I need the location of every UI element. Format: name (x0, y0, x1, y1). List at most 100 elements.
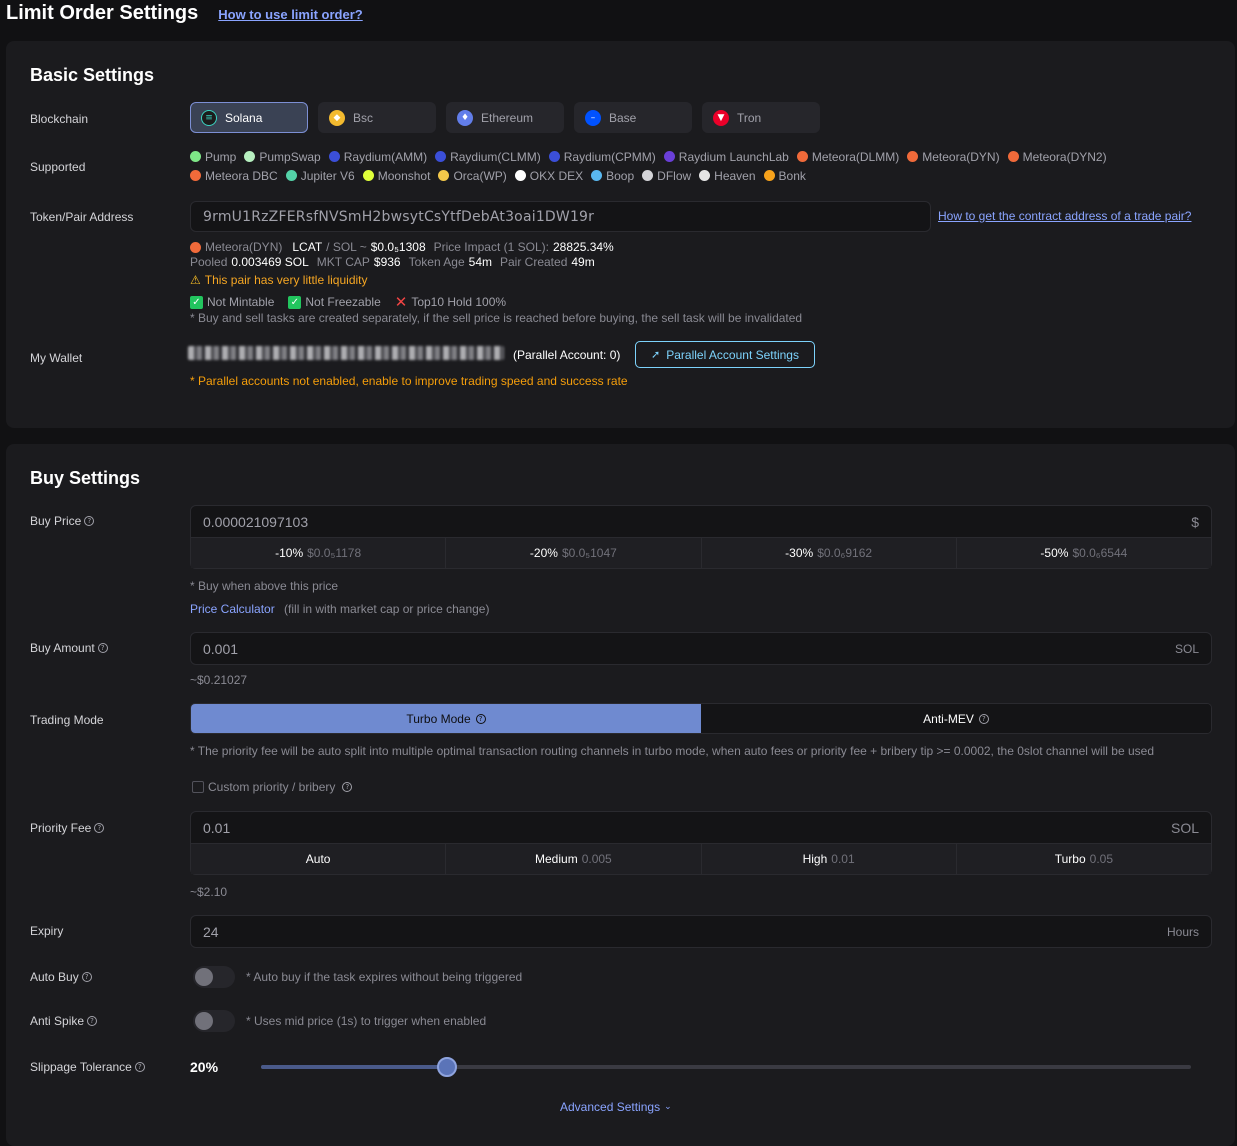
chevron-down-icon: ⌄ (664, 1102, 672, 1112)
help-icon[interactable]: ? (475, 713, 486, 724)
chain-button-solana[interactable]: ≡ Solana (190, 102, 308, 133)
buy-price-label: Buy Price ? (30, 514, 95, 528)
help-icon[interactable]: ? (87, 1016, 98, 1026)
pair-price: $0.0₅1308 (370, 240, 426, 254)
help-icon[interactable]: ? (97, 643, 108, 653)
dex-label: Boop (606, 168, 635, 183)
basic-settings-panel: Basic Settings Blockchain ≡ Solana ◆ Bsc… (6, 41, 1235, 428)
dex-icon (244, 151, 256, 162)
buy-price-label-text: Buy Price (30, 514, 82, 528)
wallet-label: My Wallet (30, 351, 83, 365)
help-icon[interactable]: ? (342, 782, 353, 792)
price-calculator-hint: (fill in with market cap or price change… (284, 602, 490, 616)
expiry-input[interactable]: 24 Hours (191, 916, 1211, 947)
supported-dex-item: Raydium(CLMM) (435, 149, 541, 164)
help-icon[interactable]: ? (978, 713, 989, 724)
price-preset-20[interactable]: -20% $0.0₅1047 (446, 538, 702, 568)
trading-mode-toggle: Turbo Mode ? Anti-MEV ? (190, 703, 1212, 734)
parallel-button-label: Parallel Account Settings (666, 347, 799, 362)
slippage-slider[interactable] (261, 1057, 1191, 1077)
chain-selector: ≡ Solana ◆ Bsc ♦ Ethereum – Base ▼ Tron (190, 102, 820, 133)
help-icon[interactable]: ? (81, 972, 92, 982)
preset-pct: -10% (275, 546, 304, 560)
base-icon: – (585, 109, 601, 126)
priority-preset-high[interactable]: High 0.01 (702, 844, 957, 874)
chain-button-base[interactable]: – Base (574, 102, 692, 133)
check-icon: ✓ (288, 295, 302, 309)
priority-fee-value: 0.01 (203, 819, 231, 836)
not-freezable: Not Freezable (305, 295, 381, 309)
anti-spike-note: * Uses mid price (1s) to trigger when en… (246, 1014, 487, 1028)
dex-icon (548, 151, 560, 162)
preset-pct: -30% (785, 546, 814, 560)
price-preset-30[interactable]: -30% $0.0₆9162 (702, 538, 957, 568)
supported-label: Supported (30, 160, 86, 174)
dex-icon (642, 170, 654, 181)
dex-label: Raydium LaunchLab (678, 149, 789, 164)
dex-label: Meteora(DYN) (922, 149, 1000, 164)
token-address-input[interactable]: 9rmU1RzZFERsfNVSmH2bwsytCsYtfDebAt3oai1D… (190, 201, 931, 232)
ethereum-icon: ♦ (457, 109, 473, 126)
anti-mev-label: Anti-MEV (923, 711, 974, 726)
chain-button-tron[interactable]: ▼ Tron (702, 102, 820, 133)
help-icon[interactable]: ? (134, 1062, 145, 1072)
page-title: Limit Order Settings (6, 2, 199, 24)
pooled-value: 0.003469 SOL (231, 255, 309, 269)
auto-buy-note: * Auto buy if the task expires without b… (246, 970, 523, 984)
turbo-mode-button[interactable]: Turbo Mode ? (191, 704, 701, 733)
buy-price-input[interactable]: 0.000021097103 $ (191, 506, 1211, 537)
dex-label: Pump (205, 149, 237, 164)
preset-price: $0.0₆6544 (1072, 546, 1128, 560)
not-mintable: Not Mintable (207, 295, 275, 309)
priority-preset-medium[interactable]: Medium 0.005 (446, 844, 702, 874)
chain-button-ethereum[interactable]: ♦ Ethereum (446, 102, 564, 133)
expiry-group: 24 Hours (190, 915, 1212, 948)
how-to-link[interactable]: How to use limit order? (218, 7, 362, 22)
parallel-account-settings-button[interactable]: ➚ Parallel Account Settings (635, 341, 815, 368)
top10-hold: Top10 Hold 100% (411, 295, 507, 309)
dex-icon (328, 151, 340, 162)
address-help-link[interactable]: How to get the contract address of a tra… (938, 209, 1191, 223)
dex-icon (591, 170, 603, 181)
custom-priority-row: Custom priority / bribery ? (192, 780, 353, 794)
buy-amount-input[interactable]: 0.001 SOL (191, 633, 1211, 664)
supported-dex-item: Moonshot (362, 168, 431, 183)
anti-spike-toggle[interactable] (193, 1010, 235, 1032)
preset-value: 0.05 (1089, 852, 1113, 866)
priority-preset-turbo[interactable]: Turbo 0.05 (957, 844, 1211, 874)
slippage-slider-fill (261, 1065, 447, 1069)
dex-icon (663, 151, 675, 162)
price-calculator-link[interactable]: Price Calculator (190, 602, 275, 616)
dex-icon (763, 170, 775, 181)
pool-info-line: Pooled 0.003469 SOL MKT CAP $936 Token A… (190, 255, 595, 269)
created-label: Pair Created (500, 255, 568, 269)
dex-icon (285, 170, 297, 181)
toggle-knob (195, 968, 213, 986)
chain-button-bsc[interactable]: ◆ Bsc (318, 102, 436, 133)
help-icon[interactable]: ? (94, 823, 105, 833)
preset-price: $0.0₅1047 (561, 546, 617, 560)
auto-buy-toggle[interactable] (193, 966, 235, 988)
price-preset-10[interactable]: -10% $0.0₅1178 (191, 538, 447, 568)
blockchain-label: Blockchain (30, 112, 89, 126)
custom-priority-checkbox[interactable] (192, 781, 204, 793)
help-icon[interactable]: ? (84, 516, 95, 526)
priority-preset-auto[interactable]: Auto (191, 844, 447, 874)
dex-label: Moonshot (377, 168, 431, 183)
slippage-slider-handle[interactable] (437, 1057, 457, 1077)
dex-icon (435, 151, 447, 162)
preset-label: Turbo (1054, 852, 1086, 866)
preset-label: Auto (305, 852, 331, 866)
page-header: Limit Order Settings How to use limit or… (6, 2, 363, 25)
supported-dex-item: Meteora(DLMM) (796, 149, 899, 164)
anti-mev-button[interactable]: Anti-MEV ? (701, 704, 1211, 733)
advanced-settings-toggle[interactable]: Advanced Settings ⌄ (560, 1100, 672, 1114)
tasks-note: * Buy and sell tasks are created separat… (190, 311, 803, 325)
pooled-label: Pooled (190, 255, 228, 269)
expiry-label: Expiry (30, 924, 64, 938)
priority-fee-input[interactable]: 0.01 SOL (191, 812, 1211, 843)
expiry-unit: Hours (1166, 924, 1199, 939)
priority-fee-label-text: Priority Fee (30, 821, 92, 835)
buy-amount-unit: SOL (1174, 641, 1199, 656)
price-preset-50[interactable]: -50% $0.0₆6544 (957, 538, 1211, 568)
